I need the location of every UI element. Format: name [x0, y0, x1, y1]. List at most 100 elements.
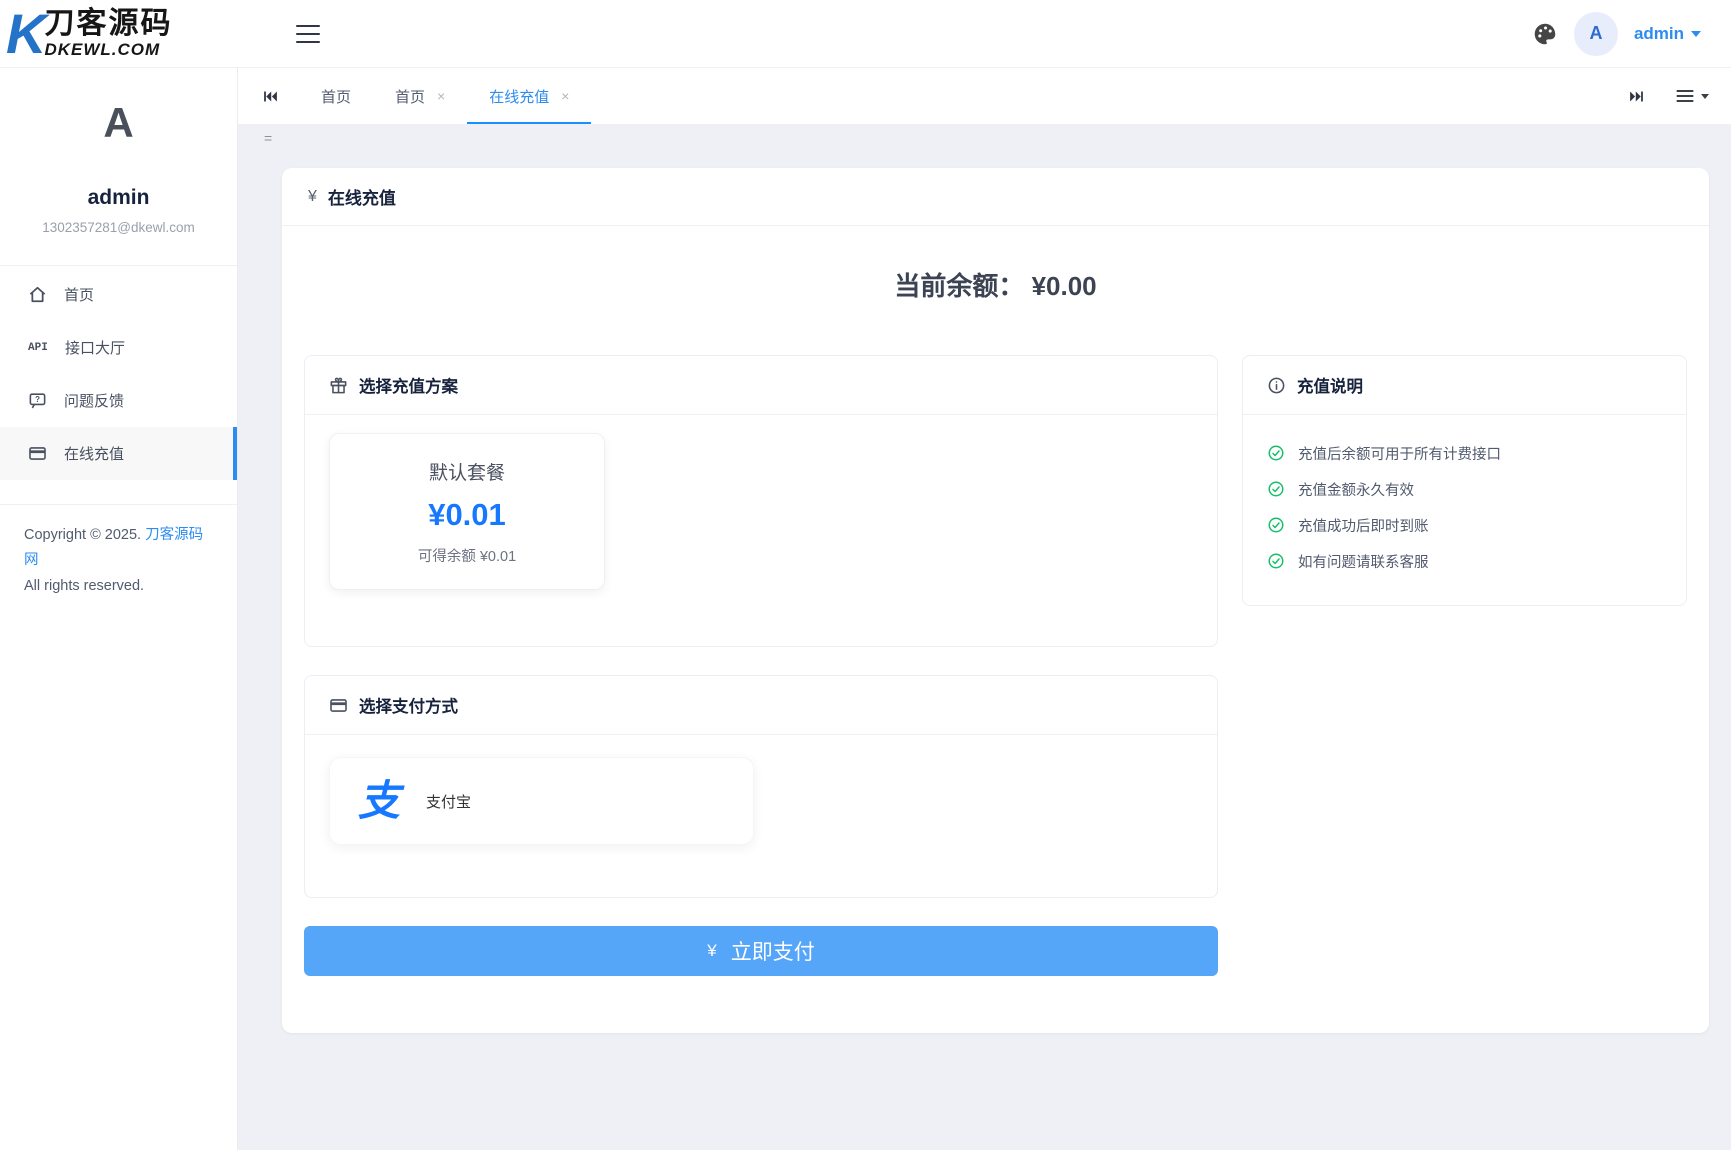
user-avatar[interactable]: A [1574, 12, 1618, 56]
header-actions: A admin [1532, 12, 1731, 56]
profile-username: admin [0, 186, 237, 210]
tab-label: 首页 [395, 86, 425, 107]
check-circle-icon [1267, 516, 1285, 534]
theme-palette-icon[interactable] [1532, 21, 1558, 47]
hamburger-bar [296, 25, 320, 27]
plan-section-title: 选择充值方案 [359, 373, 458, 397]
logo-text: 刀客源码 DKEWL.COM [44, 9, 172, 58]
breadcrumb-collapse-glyph: = [264, 130, 272, 146]
left-column: 选择充值方案 默认套餐 ¥0.01 可得余额 ¥0.01 [304, 355, 1218, 976]
plan-card-default[interactable]: 默认套餐 ¥0.01 可得余额 ¥0.01 [329, 433, 605, 590]
check-circle-icon [1267, 444, 1285, 462]
sidebar-item-label: 接口大厅 [65, 337, 125, 358]
balance-label: 当前余额： [894, 271, 1024, 301]
tab-home-2[interactable]: 首页 × [373, 68, 467, 124]
check-circle-icon [1267, 552, 1285, 570]
tabs-scroll-right-button[interactable] [1624, 84, 1649, 109]
content-columns: 选择充值方案 默认套餐 ¥0.01 可得余额 ¥0.01 [282, 355, 1709, 976]
brand-name-en: DKEWL.COM [44, 41, 172, 58]
payment-method-alipay[interactable]: 支 支付宝 [329, 757, 754, 845]
list-icon [1675, 88, 1695, 104]
payment-section: 选择支付方式 支 支付宝 [304, 675, 1218, 898]
hamburger-bar [296, 33, 320, 35]
close-icon[interactable]: × [561, 89, 569, 103]
tab-label: 在线充值 [489, 86, 549, 107]
tab-label: 首页 [321, 86, 351, 107]
sidebar-item-recharge[interactable]: 在线充值 [0, 427, 237, 480]
check-circle-icon [1267, 480, 1285, 498]
sidebar-item-home[interactable]: 首页 [0, 268, 237, 321]
plan-name: 默认套餐 [429, 458, 505, 485]
plan-price: ¥0.01 [428, 497, 506, 533]
sidebar-item-label: 首页 [64, 284, 94, 305]
tabs-menu-button[interactable] [1675, 88, 1709, 104]
sidebar-toggle-button[interactable] [296, 25, 320, 43]
instruction-item: 充值成功后即时到账 [1267, 507, 1662, 543]
sidebar-copyright: Copyright © 2025. 刀客源码网 All rights reser… [0, 505, 237, 599]
sidebar-item-label: 问题反馈 [64, 390, 124, 411]
instructions-list: 充值后余额可用于所有计费接口 充值金额永久有效 充值成功后即时到账 [1243, 415, 1686, 605]
logo-mark: K [6, 6, 42, 62]
user-menu-button[interactable]: admin [1634, 24, 1701, 44]
sidebar-item-api-hall[interactable]: API 接口大厅 [0, 321, 237, 374]
recharge-card: ¥ 在线充值 当前余额： ¥0.00 选择充值方案 [282, 168, 1709, 1033]
payment-section-title: 选择支付方式 [359, 693, 458, 717]
instruction-text: 充值成功后即时到账 [1298, 515, 1429, 536]
sidebar-menu: 首页 API 接口大厅 ? 问题反馈 在线充值 [0, 266, 237, 480]
chevron-down-icon [1701, 94, 1709, 99]
instructions-section-title: 充值说明 [1297, 373, 1363, 397]
info-icon [1267, 376, 1286, 395]
rights-text: All rights reserved. [24, 578, 144, 594]
app-root: K 刀客源码 DKEWL.COM A [0, 0, 1731, 1150]
open-tabs: 首页 首页 × 在线充值 × [299, 68, 591, 124]
tabs-scroll-left-button[interactable] [258, 84, 283, 109]
page-title: 在线充值 [328, 184, 396, 209]
instruction-item: 充值金额永久有效 [1267, 471, 1662, 507]
main-content: = ¥ 在线充值 当前余额： ¥0.00 选择充值方案 [238, 124, 1731, 1150]
pay-now-label: 立即支付 [731, 936, 815, 966]
credit-card-icon [28, 444, 47, 463]
tab-bar: 首页 首页 × 在线充值 × [238, 68, 1731, 124]
instruction-item: 如有问题请联系客服 [1267, 543, 1662, 579]
balance-line: 当前余额： ¥0.00 [282, 266, 1709, 303]
sidebar-item-label: 在线充值 [64, 443, 124, 464]
right-column: 充值说明 充值后余额可用于所有计费接口 充值金额永久有效 [1242, 355, 1687, 606]
plan-section-body: 默认套餐 ¥0.01 可得余额 ¥0.01 [305, 415, 1217, 646]
gift-icon [329, 376, 348, 395]
recharge-card-header: ¥ 在线充值 [282, 168, 1709, 226]
instructions-section-header: 充值说明 [1243, 356, 1686, 415]
instruction-item: 充值后余额可用于所有计费接口 [1267, 435, 1662, 471]
brand-name-cn: 刀客源码 [44, 9, 172, 39]
skip-forward-icon [1628, 88, 1645, 105]
payment-method-name: 支付宝 [426, 791, 471, 812]
sidebar-profile: A admin 1302357281@dkewl.com [0, 68, 237, 266]
instruction-text: 如有问题请联系客服 [1298, 551, 1429, 572]
sidebar-item-feedback[interactable]: ? 问题反馈 [0, 374, 237, 427]
pay-now-button[interactable]: ¥ 立即支付 [304, 926, 1218, 976]
tab-recharge[interactable]: 在线充值 × [467, 68, 591, 124]
app-header: K 刀客源码 DKEWL.COM A [0, 0, 1731, 68]
feedback-icon: ? [28, 391, 47, 410]
instruction-text: 充值金额永久有效 [1298, 479, 1414, 500]
close-icon[interactable]: × [437, 89, 445, 103]
yen-icon: ¥ [308, 188, 317, 206]
hamburger-bar [296, 41, 320, 43]
brand-logo[interactable]: K 刀客源码 DKEWL.COM [0, 6, 252, 62]
profile-email: 1302357281@dkewl.com [0, 220, 237, 235]
payment-section-header: 选择支付方式 [305, 676, 1217, 735]
tabbar-right-controls [1624, 84, 1709, 109]
user-name: admin [1634, 24, 1684, 44]
home-icon [28, 285, 47, 304]
yen-icon: ¥ [707, 941, 716, 961]
plan-section: 选择充值方案 默认套餐 ¥0.01 可得余额 ¥0.01 [304, 355, 1218, 647]
alipay-icon: 支 [358, 780, 400, 822]
instructions-section: 充值说明 充值后余额可用于所有计费接口 充值金额永久有效 [1242, 355, 1687, 606]
avatar-letter: A [1589, 23, 1602, 44]
plan-credit-note: 可得余额 ¥0.01 [418, 545, 516, 566]
svg-text:?: ? [35, 395, 40, 404]
profile-avatar: A [0, 102, 237, 144]
copyright-text: Copyright © 2025. [24, 527, 141, 543]
sidebar: A admin 1302357281@dkewl.com 首页 API 接口大厅… [0, 68, 238, 1150]
tab-home-1[interactable]: 首页 [299, 68, 373, 124]
api-icon: API [28, 342, 48, 354]
